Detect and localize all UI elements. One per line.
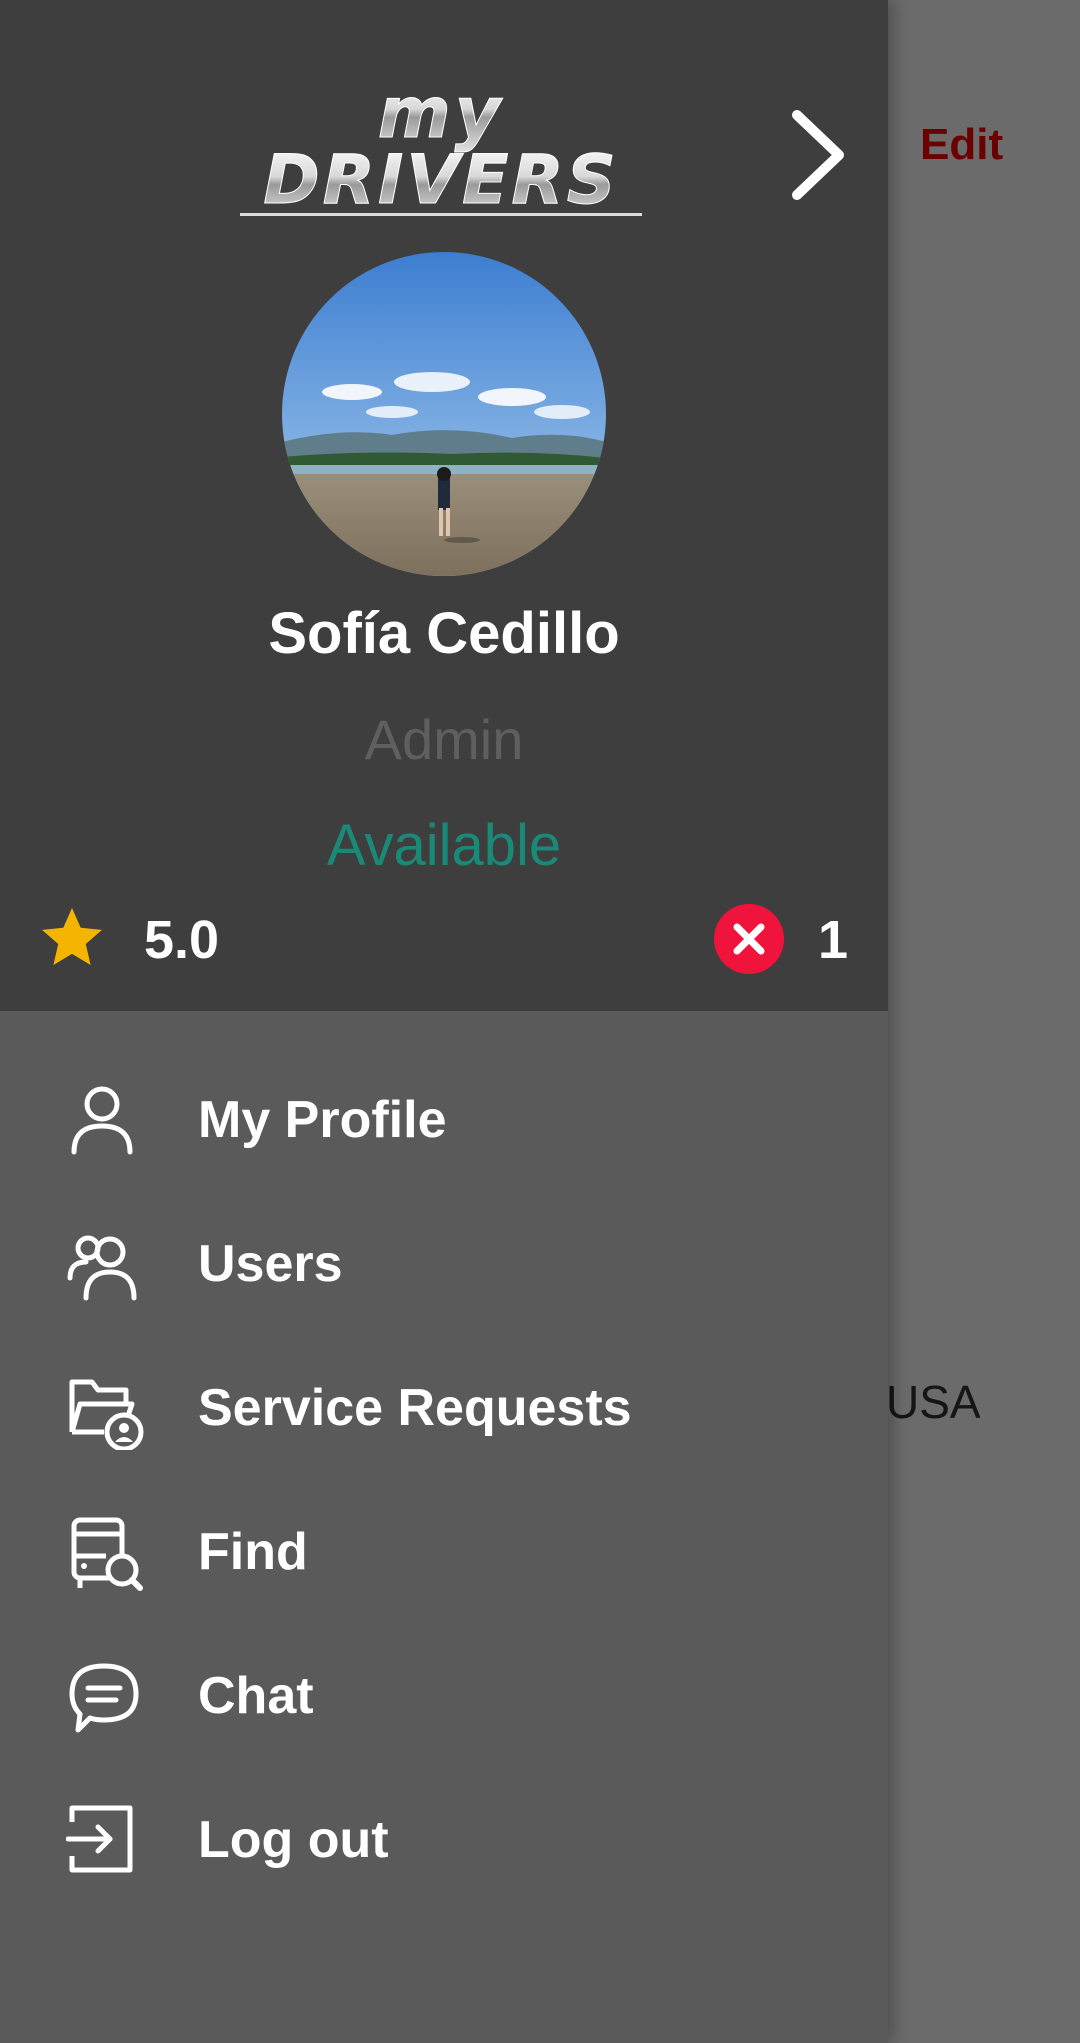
user-role: Admin (364, 708, 524, 771)
menu-label: Find (198, 1523, 308, 1581)
logout-icon (66, 1805, 133, 1873)
menu-item-chat[interactable]: Chat (0, 1626, 888, 1766)
user-icon (71, 1086, 133, 1155)
star-icon (42, 908, 102, 965)
country-text: USA (886, 1376, 981, 1428)
menu-label: Log out (198, 1811, 389, 1869)
avatar[interactable] (282, 252, 606, 576)
chat-icon (69, 1663, 139, 1733)
cancellation-count: 1 (818, 910, 849, 970)
menu-label: Chat (198, 1667, 314, 1725)
menu-item-my-profile[interactable]: My Profile (0, 1050, 888, 1190)
menu-label: Users (198, 1235, 343, 1293)
availability-status: Available (326, 813, 562, 878)
folder-user-icon (69, 1379, 144, 1450)
drawer-header: my DRIVERS Sofía Cedillo Admin Available… (0, 0, 888, 1011)
chevron-right-icon[interactable] (775, 105, 859, 205)
menu-item-find[interactable]: Find (0, 1482, 888, 1622)
menu-item-log-out[interactable]: Log out (0, 1770, 888, 1910)
menu-label: Service Requests (198, 1379, 632, 1437)
cancel-icon (714, 904, 784, 974)
rating-value: 5.0 (144, 910, 220, 970)
navigation-drawer: my DRIVERS Sofía Cedillo Admin Available… (0, 0, 888, 2043)
user-name: Sofía Cedillo (268, 601, 620, 666)
menu-label: My Profile (198, 1091, 447, 1149)
edit-button[interactable]: Edit (920, 120, 1003, 170)
menu-item-service-requests[interactable]: Service Requests (0, 1338, 888, 1478)
app-logo: my DRIVERS (240, 75, 642, 221)
users-icon (67, 1235, 137, 1301)
bus-search-icon (71, 1517, 143, 1591)
menu-item-users[interactable]: Users (0, 1194, 888, 1334)
logo-line-2: DRIVERS (263, 141, 619, 220)
